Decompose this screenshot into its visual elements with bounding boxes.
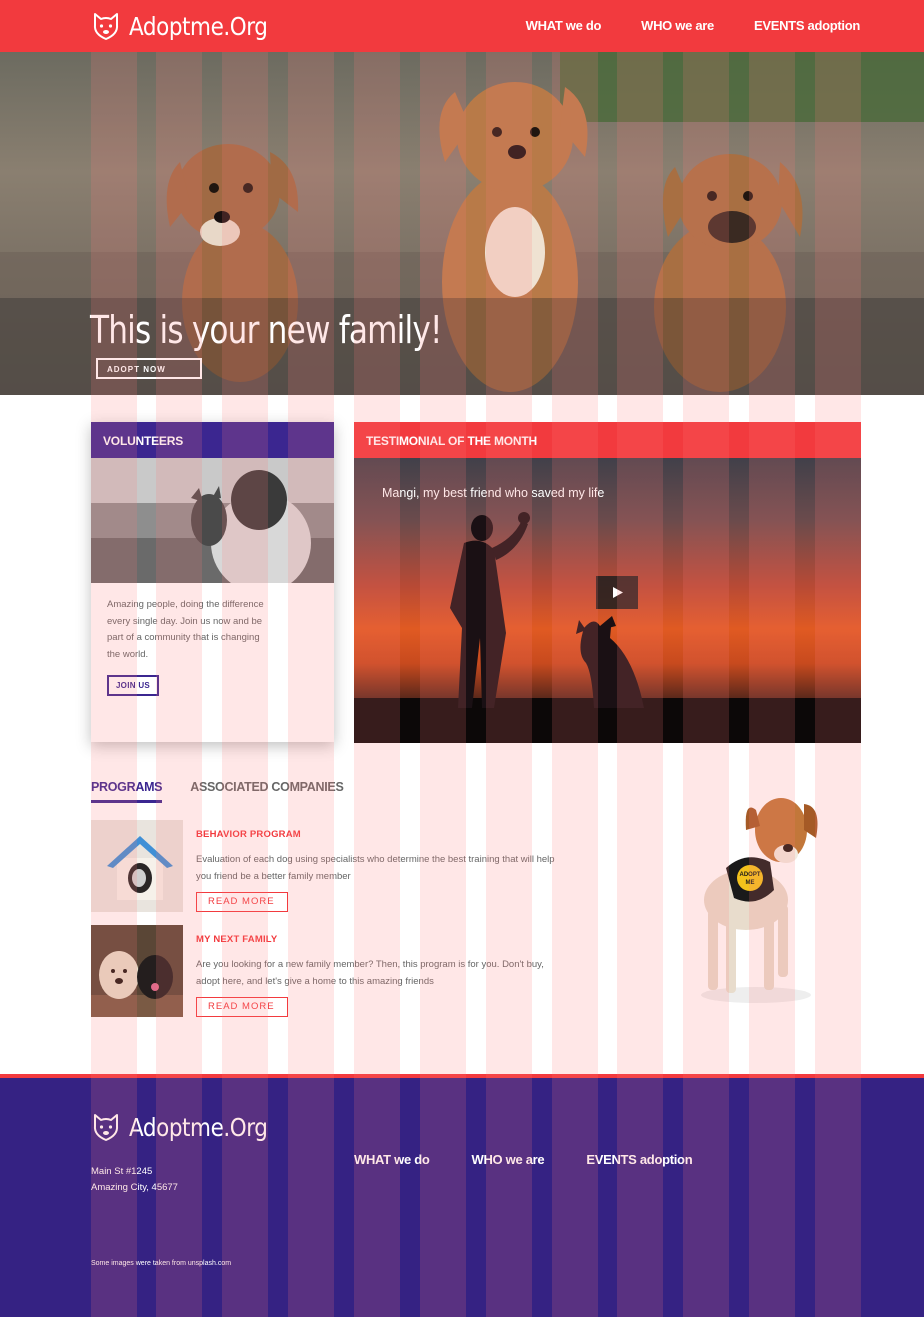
- footer-logo[interactable]: Adoptme.Org: [90, 1111, 290, 1143]
- program-description: Evaluation of each dog using specialists…: [196, 854, 555, 882]
- nav-who-we-are[interactable]: WHO we are: [641, 18, 714, 33]
- testimonial-quote: Mangi, my best friend who saved my life: [382, 486, 605, 500]
- volunteers-image: [91, 458, 334, 583]
- footer-nav-who-we-are[interactable]: WHO we are: [471, 1152, 544, 1167]
- footer-nav-what-we-do[interactable]: WHAT we do: [354, 1152, 430, 1167]
- hero-title: This is your new family!: [90, 308, 442, 352]
- volunteers-card: VOLUNTEERS Amazing people, doing the dif…: [91, 422, 334, 742]
- logo[interactable]: Adoptme.Org: [90, 10, 290, 42]
- testimonial-video[interactable]: Mangi, my best friend who saved my life: [354, 458, 861, 743]
- program-title: MY NEXT FAMILY: [196, 934, 278, 945]
- footer-logo-text: Adoptme.Org: [129, 1112, 268, 1142]
- tab-programs[interactable]: PROGRAMS: [91, 780, 163, 803]
- adopt-me-dog-image: ADOPT ME: [701, 798, 818, 1003]
- join-us-button[interactable]: JOIN US: [107, 675, 159, 696]
- nav-what-we-do[interactable]: WHAT we do: [526, 18, 602, 33]
- footer-address: Main St #1245 Amazing City, 45677: [91, 1164, 178, 1196]
- two-dogs-image: [91, 925, 183, 1017]
- program-title: BEHAVIOR PROGRAM: [196, 829, 301, 840]
- play-icon: [613, 587, 623, 598]
- testimonial-heading: TESTIMONIAL OF THE MONTH: [354, 422, 861, 458]
- hero-banner: This is your new family! ADOPT NOW: [0, 52, 924, 395]
- footer-nav: WHAT we do WHO we are EVENTS adoption: [354, 1152, 734, 1167]
- programs-tabs: PROGRAMS ASSOCIATED COMPANIES: [91, 780, 372, 803]
- footer-nav-events-adoption[interactable]: EVENTS adoption: [586, 1152, 692, 1167]
- doghouse-image: [91, 820, 183, 912]
- top-header: Adoptme.Org WHAT we do WHO we are EVENTS…: [0, 0, 924, 52]
- logo-text: Adoptme.Org: [129, 11, 268, 41]
- program-item-next-family: MY NEXT FAMILY Are you looking for a new…: [91, 925, 571, 1019]
- footer: Adoptme.Org Main St #1245 Amazing City, …: [0, 1074, 924, 1317]
- play-button[interactable]: [596, 576, 638, 609]
- program-item-behavior: BEHAVIOR PROGRAM Evaluation of each dog …: [91, 820, 571, 914]
- image-credit-note: Some images were taken from unsplash.com: [91, 1260, 232, 1267]
- volunteers-text: Amazing people, doing the difference eve…: [107, 599, 264, 660]
- adopt-me-badge-text: ADOPT: [740, 872, 761, 878]
- program-description: Are you looking for a new family member?…: [196, 959, 544, 987]
- adopt-now-button[interactable]: ADOPT NOW: [96, 358, 202, 379]
- address-line-2: Amazing City, 45677: [91, 1182, 178, 1193]
- tab-associated-companies[interactable]: ASSOCIATED COMPANIES: [190, 780, 344, 803]
- svg-text:ME: ME: [746, 880, 755, 886]
- dog-logo-icon: [93, 1114, 119, 1141]
- testimonial-section: TESTIMONIAL OF THE MONTH Mangi, my best …: [354, 422, 861, 743]
- address-line-1: Main St #1245: [91, 1166, 153, 1177]
- read-more-button[interactable]: READ MORE: [196, 997, 288, 1017]
- nav-events-adoption[interactable]: EVENTS adoption: [754, 18, 860, 33]
- read-more-button[interactable]: READ MORE: [196, 892, 288, 912]
- volunteers-heading: VOLUNTEERS: [91, 422, 334, 458]
- dog-logo-icon: [93, 13, 119, 40]
- main-nav: WHAT we do WHO we are EVENTS adoption: [486, 18, 861, 33]
